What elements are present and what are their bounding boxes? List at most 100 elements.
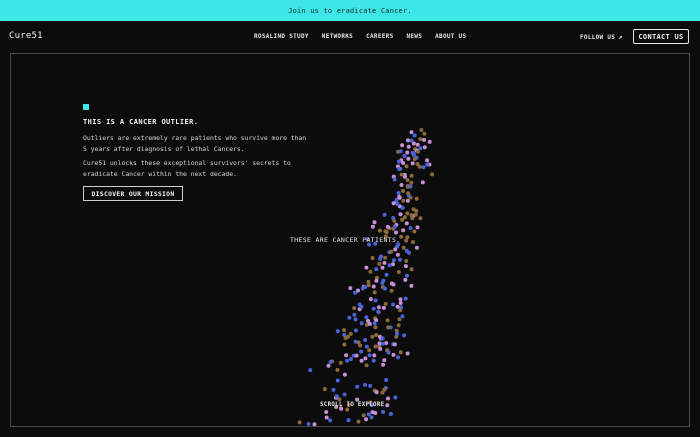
scroll-to-explore[interactable]: SCROLL TO EXPLORE bbox=[320, 402, 384, 408]
patient-dot bbox=[427, 139, 432, 144]
patient-dot bbox=[380, 390, 385, 395]
patient-dot bbox=[366, 283, 371, 288]
patient-dot bbox=[418, 216, 423, 221]
patient-dot bbox=[389, 281, 394, 286]
patient-dot bbox=[347, 315, 352, 320]
patient-dot bbox=[371, 284, 376, 289]
patient-dot bbox=[406, 138, 410, 143]
patient-dot bbox=[322, 387, 327, 391]
patient-dot bbox=[397, 194, 402, 199]
patient-dot bbox=[367, 353, 372, 358]
patient-dot bbox=[414, 196, 419, 201]
patient-dot bbox=[355, 384, 360, 389]
patient-dot bbox=[422, 137, 426, 142]
patient-dot bbox=[297, 420, 302, 425]
patient-dot bbox=[359, 321, 364, 326]
patient-dot bbox=[389, 249, 394, 254]
patient-dot bbox=[353, 339, 358, 344]
patient-dot bbox=[371, 306, 376, 311]
patient-dot bbox=[356, 419, 361, 424]
patient-dot bbox=[419, 128, 424, 132]
patient-dot bbox=[405, 150, 410, 155]
patient-dot bbox=[373, 344, 378, 349]
patient-dot bbox=[376, 305, 381, 310]
patient-dot bbox=[391, 201, 396, 206]
patient-dot bbox=[405, 351, 410, 356]
patient-dot bbox=[401, 198, 406, 203]
patient-dot bbox=[403, 296, 408, 301]
patient-dot bbox=[401, 188, 406, 193]
patient-dot bbox=[414, 208, 419, 213]
patient-dot bbox=[345, 407, 350, 412]
patient-dot bbox=[406, 191, 411, 196]
patient-dot bbox=[369, 415, 374, 420]
patient-dot bbox=[404, 164, 409, 169]
patient-dot bbox=[409, 138, 414, 143]
patient-dot bbox=[394, 230, 398, 235]
patient-dot bbox=[372, 321, 377, 326]
patient-dot bbox=[385, 224, 390, 229]
patient-dot bbox=[328, 418, 333, 423]
patient-dot bbox=[391, 258, 396, 263]
patient-dot bbox=[409, 283, 414, 288]
patient-dot bbox=[422, 145, 427, 150]
patient-dot bbox=[386, 325, 391, 330]
patient-dot bbox=[368, 383, 373, 388]
patient-dot bbox=[361, 413, 366, 418]
patient-dot bbox=[358, 343, 363, 348]
patient-dot bbox=[409, 267, 414, 272]
patient-dot bbox=[363, 338, 368, 342]
patient-dot bbox=[385, 403, 390, 408]
patient-dot bbox=[418, 146, 423, 151]
patient-dot bbox=[395, 252, 400, 257]
patient-dot bbox=[326, 363, 331, 368]
patient-dot bbox=[383, 229, 388, 234]
patient-dot bbox=[306, 422, 311, 426]
patient-dot bbox=[364, 315, 369, 320]
patient-dot bbox=[387, 263, 392, 268]
patient-dot bbox=[382, 212, 387, 217]
patient-dot bbox=[368, 269, 373, 274]
patient-dot bbox=[397, 257, 402, 262]
patient-dot bbox=[363, 382, 367, 387]
patient-dot bbox=[373, 411, 378, 415]
patient-dot bbox=[382, 260, 387, 265]
patient-dot bbox=[400, 205, 405, 210]
patient-dot bbox=[372, 290, 377, 295]
patient-dot bbox=[393, 247, 398, 252]
patient-dot bbox=[410, 216, 415, 221]
patient-dot bbox=[352, 306, 357, 311]
patient-dot bbox=[408, 226, 413, 231]
patient-dot bbox=[377, 341, 382, 346]
patient-dot bbox=[425, 162, 430, 167]
patient-dot bbox=[359, 358, 364, 363]
patients-label: THESE ARE CANCER PATIENTS. bbox=[290, 236, 401, 244]
patient-dot bbox=[417, 164, 422, 169]
patient-dot bbox=[363, 356, 368, 361]
patient-dot bbox=[380, 336, 385, 341]
patient-dot bbox=[380, 265, 385, 270]
patient-dot bbox=[401, 245, 406, 250]
patient-dot bbox=[331, 387, 336, 392]
patient-dot bbox=[396, 355, 400, 360]
patient-dot bbox=[405, 273, 409, 278]
patient-dot bbox=[396, 270, 401, 274]
patient-dot bbox=[398, 301, 403, 305]
patient-dot bbox=[396, 323, 401, 328]
patient-dot bbox=[334, 394, 339, 399]
patient-dot bbox=[381, 305, 386, 310]
patient-dot bbox=[345, 358, 350, 363]
patient-dot bbox=[421, 165, 426, 170]
patient-dot bbox=[405, 198, 410, 203]
patient-dot bbox=[328, 359, 333, 364]
patient-dot bbox=[410, 161, 415, 166]
patient-dot bbox=[391, 352, 396, 357]
patient-dot bbox=[398, 166, 403, 171]
patient-dot bbox=[344, 353, 349, 358]
patient-dot bbox=[422, 131, 427, 136]
patient-dot-cloud bbox=[297, 128, 435, 427]
patient-dot bbox=[405, 184, 410, 189]
patient-dot bbox=[348, 357, 353, 362]
patient-dot bbox=[420, 180, 425, 185]
patient-dot bbox=[406, 144, 411, 149]
